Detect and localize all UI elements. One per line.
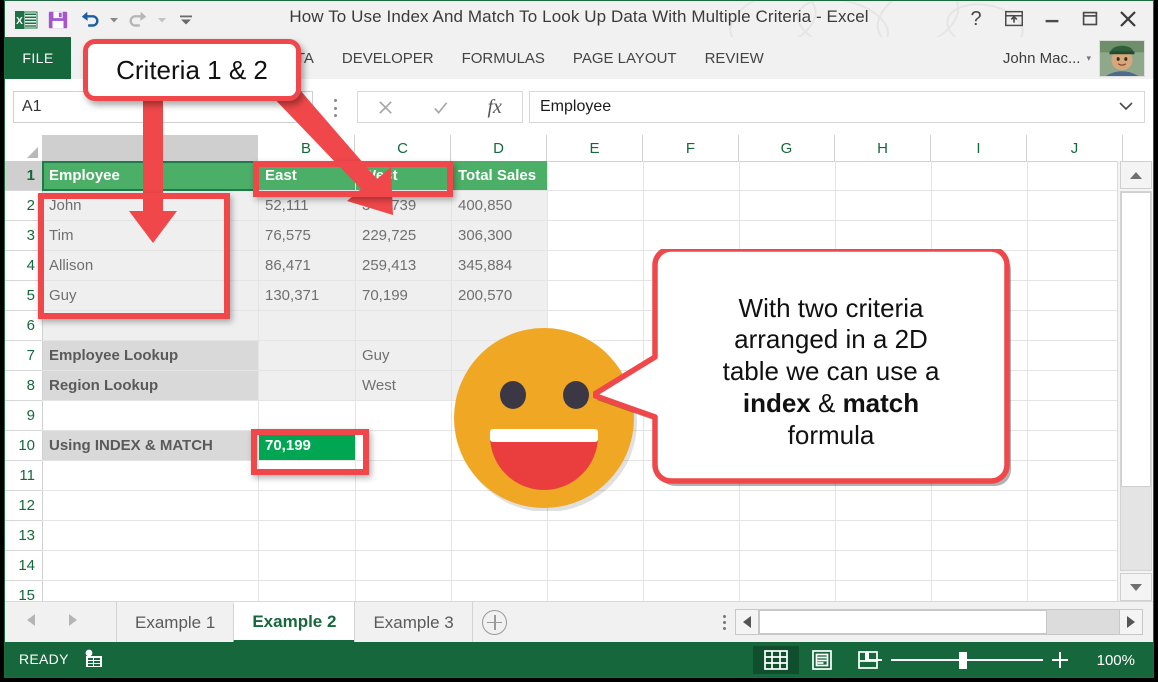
vertical-scrollbar[interactable] xyxy=(1117,161,1153,601)
cell-lookup-label[interactable]: Region Lookup xyxy=(43,371,258,400)
zoom-in-icon[interactable] xyxy=(1043,646,1077,674)
cell-lookup-value[interactable]: Guy xyxy=(356,341,451,370)
explain-keyword-match: match xyxy=(843,388,920,418)
scrollbar-grip[interactable] xyxy=(713,615,735,630)
tab-page-layout[interactable]: PAGE LAYOUT xyxy=(559,37,691,79)
formula-value: Employee xyxy=(540,98,611,116)
gridline-horizontal xyxy=(42,580,1117,581)
row-header-6[interactable]: 6 xyxy=(5,311,42,341)
zoom-controls: 100% xyxy=(857,646,1141,674)
highlight-result-cell xyxy=(251,429,369,475)
page-layout-view-icon[interactable] xyxy=(799,646,845,674)
row-header-14[interactable]: 14 xyxy=(5,551,42,581)
column-header-g[interactable]: G xyxy=(739,135,835,161)
status-text: READY xyxy=(19,651,69,667)
cell-lookup-label[interactable]: Employee Lookup xyxy=(43,341,258,370)
highlight-criteria-employees xyxy=(38,193,230,319)
row-header-9[interactable]: 9 xyxy=(5,401,42,431)
scroll-right-icon[interactable] xyxy=(1119,609,1143,635)
sheet-tab-example-3[interactable]: Example 3 xyxy=(354,602,472,643)
explain-line-1: With two criteria xyxy=(739,293,924,325)
zoom-slider-thumb[interactable] xyxy=(959,652,967,669)
sheet-tab-bar: Example 1Example 2Example 3 xyxy=(5,601,1153,642)
add-sheet-icon[interactable] xyxy=(473,602,517,643)
column-header-h[interactable]: H xyxy=(835,135,931,161)
zoom-level: 100% xyxy=(1077,652,1141,669)
column-header-i[interactable]: I xyxy=(931,135,1027,161)
explain-line-2: arranged in a 2D xyxy=(734,324,928,356)
criteria-callout: Criteria 1 & 2 xyxy=(83,39,301,101)
row-header-10[interactable]: 10 xyxy=(5,431,42,461)
status-bar: READY xyxy=(5,642,1153,677)
cell-blank[interactable] xyxy=(259,311,355,340)
sheet-tabs: Example 1Example 2Example 3 xyxy=(117,602,517,643)
explain-line-5: formula xyxy=(788,420,875,452)
account-name: John Mac... xyxy=(1003,50,1081,67)
ribbon-display-options-icon[interactable] xyxy=(997,4,1031,34)
row-header-12[interactable]: 12 xyxy=(5,491,42,521)
column-header-f[interactable]: F xyxy=(643,135,739,161)
title-bar: X xyxy=(5,1,1153,37)
zoom-slider[interactable] xyxy=(891,646,1043,674)
cell-result-label[interactable]: Using INDEX & MATCH xyxy=(43,431,258,460)
account-menu[interactable]: John Mac... ▾ xyxy=(1003,37,1091,79)
formula-input[interactable]: Employee xyxy=(529,91,1145,123)
expand-formula-bar-icon[interactable] xyxy=(1118,100,1134,114)
macro-record-icon[interactable] xyxy=(83,649,105,669)
explain-keyword-index: index xyxy=(743,388,811,418)
normal-view-icon[interactable] xyxy=(753,646,799,674)
application-window: X xyxy=(4,0,1154,678)
excel-window-root: X xyxy=(0,0,1158,682)
next-sheet-icon[interactable] xyxy=(65,610,81,630)
explain-amp: & xyxy=(811,388,843,418)
minimize-icon[interactable] xyxy=(1035,4,1069,34)
cell-blank[interactable] xyxy=(259,371,355,400)
cell-lookup-value[interactable]: West xyxy=(356,371,451,400)
row-header-7[interactable]: 7 xyxy=(5,341,42,371)
vertical-scroll-track[interactable] xyxy=(1120,191,1152,571)
gridline-vertical xyxy=(1027,161,1028,601)
restore-icon[interactable] xyxy=(1073,4,1107,34)
help-icon[interactable]: ? xyxy=(959,4,993,34)
sheet-tab-example-2[interactable]: Example 2 xyxy=(233,602,355,643)
column-header-j[interactable]: J xyxy=(1027,135,1123,161)
row-header-13[interactable]: 13 xyxy=(5,521,42,551)
explain-callout-text: With two criteria arranged in a 2D table… xyxy=(663,257,999,487)
gridline-horizontal xyxy=(42,520,1117,521)
horizontal-scrollbar[interactable] xyxy=(713,608,1143,636)
row-header-8[interactable]: 8 xyxy=(5,371,42,401)
scroll-left-icon[interactable] xyxy=(735,609,759,635)
close-icon[interactable] xyxy=(1111,4,1145,34)
column-header-e[interactable]: E xyxy=(547,135,643,161)
cell-blank[interactable] xyxy=(356,311,451,340)
horizontal-scroll-track[interactable] xyxy=(759,609,1119,635)
scroll-up-icon[interactable] xyxy=(1120,161,1152,189)
zoom-out-icon[interactable] xyxy=(857,646,891,674)
explain-line-4: index & match xyxy=(743,388,919,420)
gridline-horizontal xyxy=(42,550,1117,551)
tab-review[interactable]: REVIEW xyxy=(691,37,778,79)
avatar[interactable] xyxy=(1099,40,1145,77)
vertical-scroll-thumb[interactable] xyxy=(1121,192,1151,487)
chevron-down-icon: ▾ xyxy=(1086,53,1091,64)
sheet-tab-example-1[interactable]: Example 1 xyxy=(116,602,234,643)
previous-sheet-icon[interactable] xyxy=(23,610,39,630)
window-controls[interactable]: ? xyxy=(959,3,1145,35)
row-header-11[interactable]: 11 xyxy=(5,461,42,491)
horizontal-scroll-thumb[interactable] xyxy=(759,610,1047,634)
sheet-nav-buttons xyxy=(23,610,81,630)
explain-line-3: table we can use a xyxy=(723,356,940,388)
highlight-criteria-headers xyxy=(253,161,453,197)
scroll-down-icon[interactable] xyxy=(1120,573,1152,601)
cell-blank[interactable] xyxy=(259,341,355,370)
